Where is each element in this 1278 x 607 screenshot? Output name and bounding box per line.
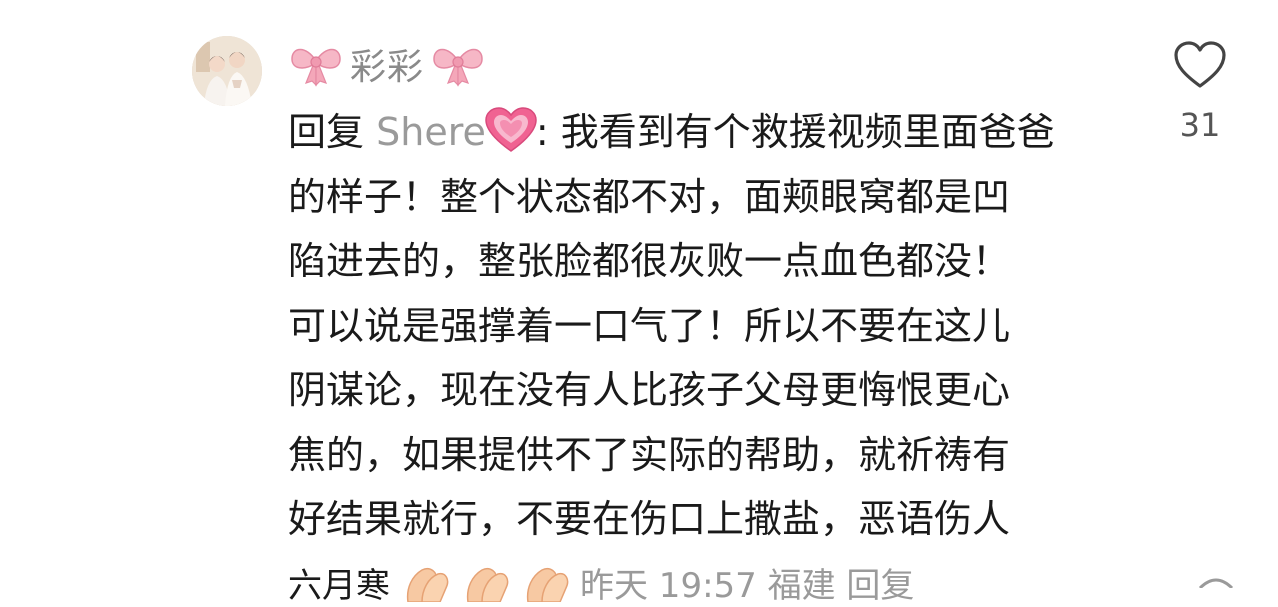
comment-line: 好结果就行，不要在伤口上撒盐，恶语伤人: [288, 497, 1011, 541]
avatar-image: [192, 36, 262, 106]
comment-line: 的样子！整个状态都不对，面颊眼窝都是凹: [288, 174, 1011, 219]
username[interactable]: 彩彩: [350, 38, 424, 90]
avatar[interactable]: [192, 36, 262, 106]
comment-footer-row: 六月寒 昨天 19:57 福建 回复: [288, 562, 914, 606]
comment-line: 阴谋论，现在没有人比孩子父母更悔恨更心: [288, 368, 1011, 412]
heart-outline-icon[interactable]: [1173, 40, 1227, 90]
pink-heart-icon: [485, 107, 537, 152]
comment-line: 陷进去的，整张脸都很灰败一点血色都没！: [288, 239, 1011, 283]
comment-line: 回复 Shere : 我看到有个救援视频里面爸爸: [288, 100, 1118, 165]
comment-line: 可以说是强撑着一口气了！所以不要在这儿: [288, 303, 1011, 348]
comment-line: 焦的，如果提供不了实际的帮助，就祈祷有: [288, 432, 1011, 477]
like-area[interactable]: 31: [1165, 40, 1235, 144]
like-count: 31: [1179, 106, 1221, 144]
comment-text[interactable]: 回复 Shere : 我看到有个救援视频里面爸爸 的样子！整个状态都不对，面颊眼…: [288, 100, 1118, 552]
username-row[interactable]: 彩彩: [288, 38, 486, 90]
comment-meta[interactable]: 昨天 19:57 福建 回复: [580, 558, 914, 607]
mention-username[interactable]: Shere: [376, 110, 486, 154]
more-icon[interactable]: [1196, 568, 1236, 588]
comment-line-partial: 六月寒: [288, 565, 390, 606]
comment-line-text: : 我看到有个救援视频里面爸爸: [535, 110, 1055, 154]
clapping-hands-icon: [406, 568, 449, 602]
clapping-hands-icon: [466, 568, 509, 602]
reply-prefix: 回复: [288, 110, 365, 154]
clapping-hands-icon: [526, 568, 569, 602]
pink-bow-icon: [433, 48, 483, 87]
pink-bow-icon: [291, 48, 341, 87]
